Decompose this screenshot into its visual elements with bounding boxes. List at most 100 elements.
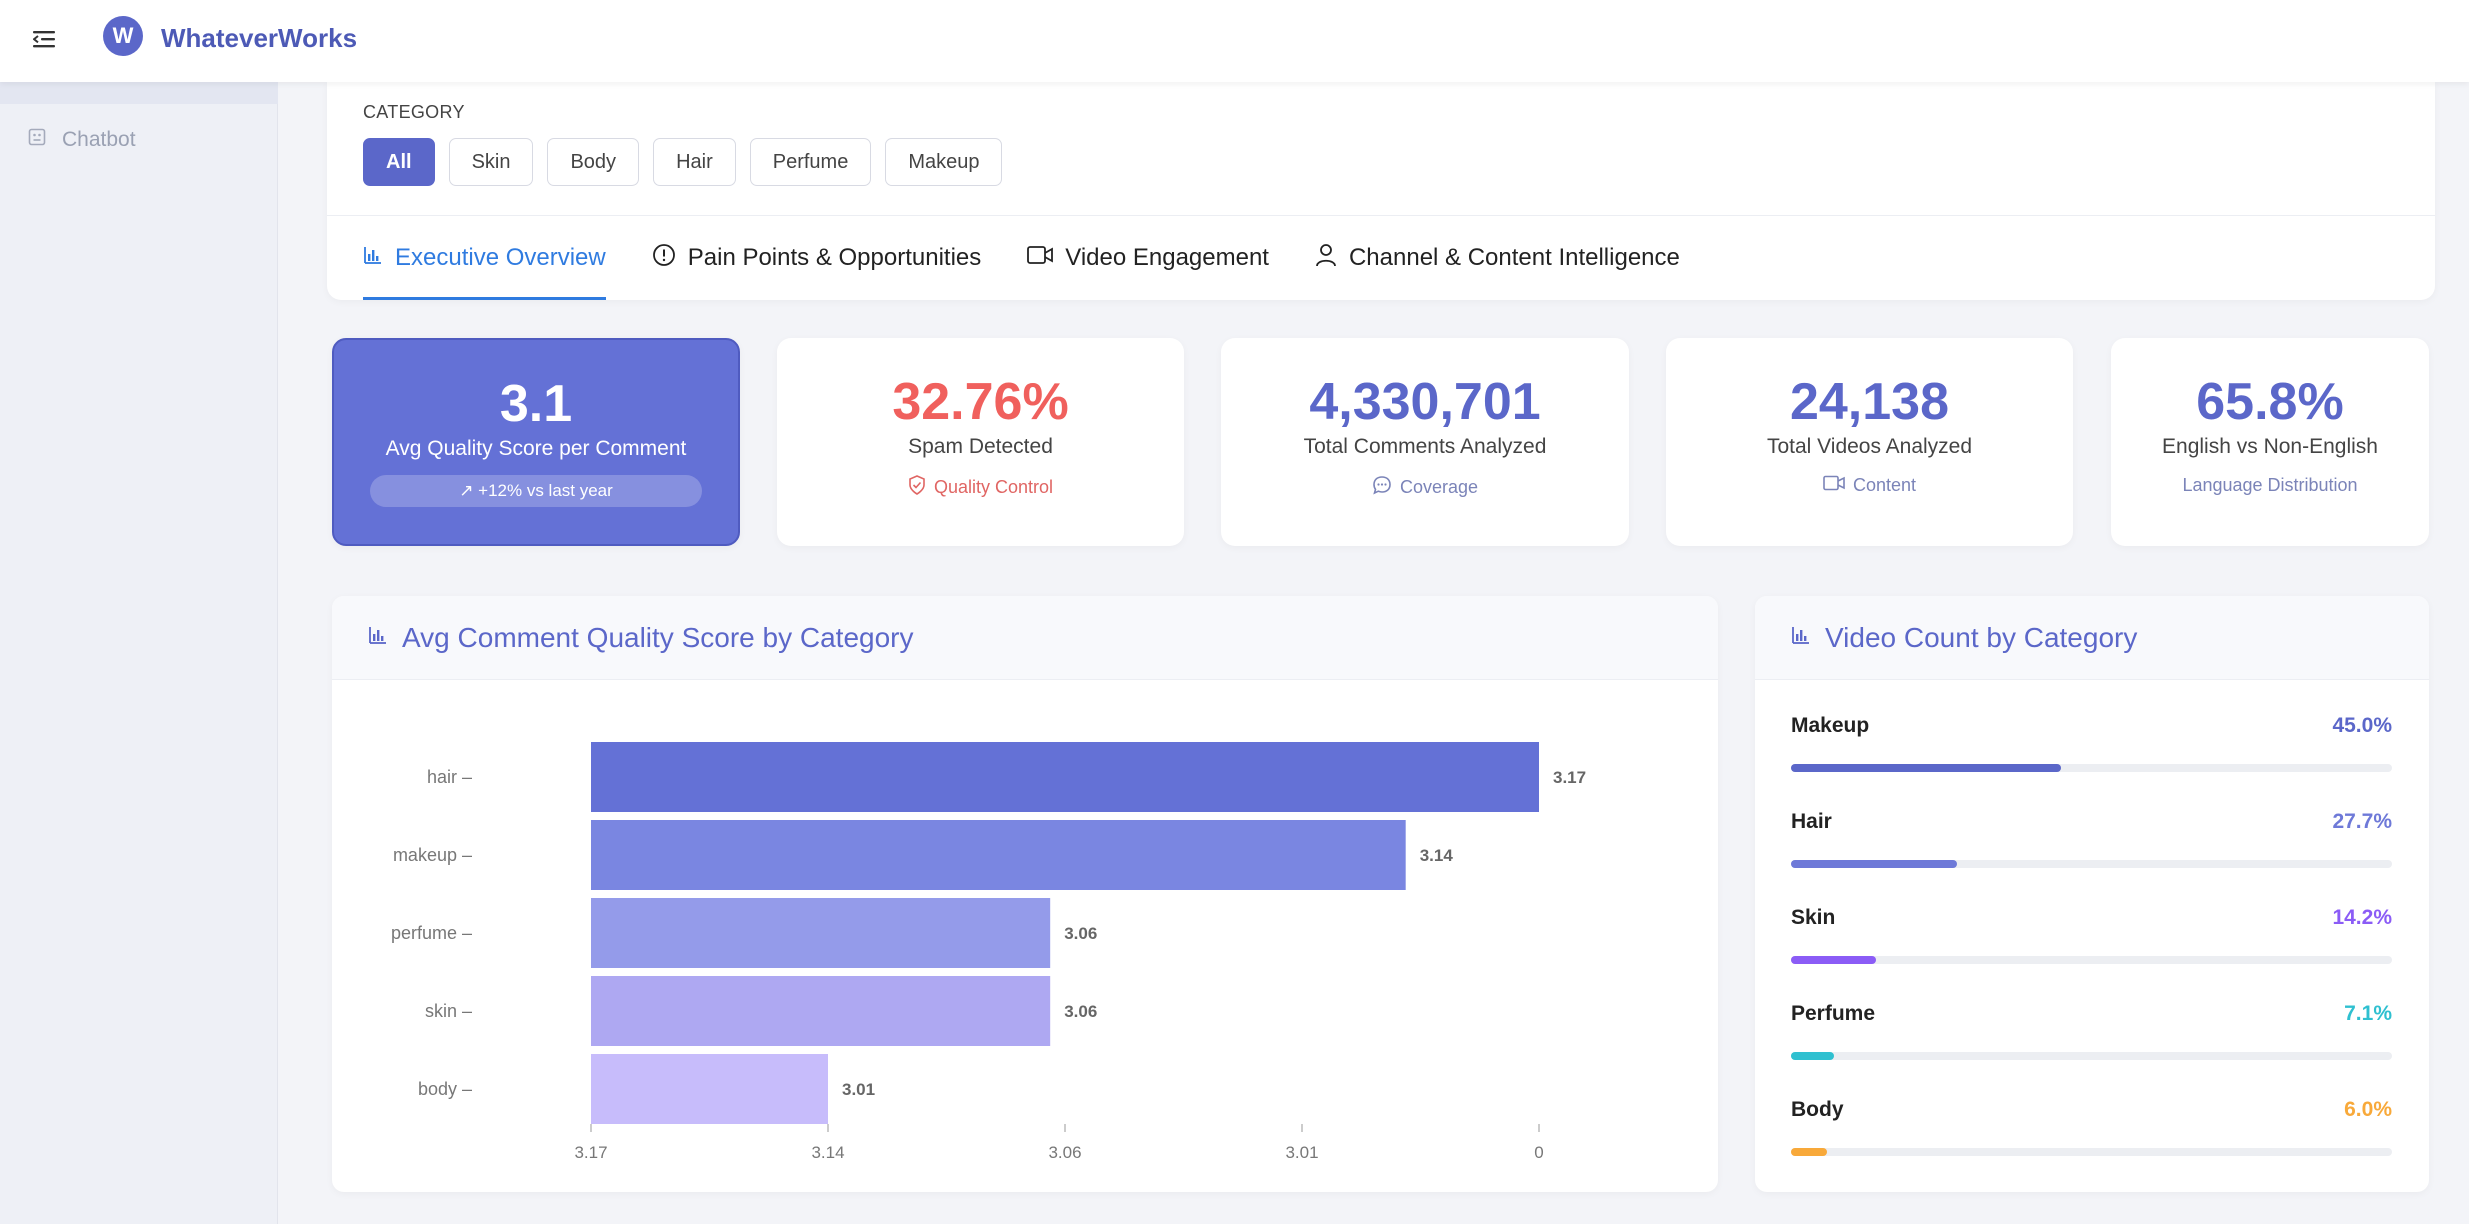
- x-tick-label: 3.14: [811, 1143, 844, 1162]
- progress-track: [1791, 764, 2392, 772]
- kpi-label: English vs Non-English: [2162, 435, 2378, 459]
- x-tick-label: 3.01: [1285, 1143, 1318, 1162]
- tab-channel-content[interactable]: Channel & Content Intelligence: [1315, 216, 1680, 300]
- category-name: Perfume: [1791, 1002, 1876, 1025]
- kpi-card-spam: 32.76% Spam Detected Quality Control: [777, 338, 1184, 546]
- kpi-label: Avg Quality Score per Comment: [385, 437, 687, 461]
- kpi-sub: Content: [1666, 475, 2073, 496]
- kpi-card-language: 65.8% English vs Non-English Language Di…: [2111, 338, 2429, 546]
- video-count-card: Video Count by Category Makeup 45.0% Hair 2…: [1755, 596, 2429, 1192]
- chart-title: Video Count by Category: [1825, 621, 2138, 653]
- progress-fill: [1791, 1052, 1834, 1060]
- trend-badge: ↗ +12% vs last year: [370, 475, 702, 508]
- bar-perfume[interactable]: [591, 898, 1051, 968]
- category-label: skin –: [425, 1001, 472, 1021]
- bot-icon: [28, 128, 46, 152]
- category-label: hair –: [427, 767, 472, 787]
- category-label: body –: [418, 1079, 472, 1099]
- app-logo: W: [103, 16, 143, 56]
- kpi-value: 4,330,701: [1309, 373, 1541, 431]
- chat-bubble-icon: [1372, 475, 1392, 500]
- video-icon: [1823, 475, 1845, 496]
- category-row-perfume: Perfume 7.1%: [1791, 1002, 2392, 1060]
- chip-all[interactable]: All: [363, 138, 435, 186]
- progress-track: [1791, 1052, 2392, 1060]
- kpi-card-comments: 4,330,701 Total Comments Analyzed Covera…: [1221, 338, 1629, 546]
- shield-check-icon: [908, 475, 926, 500]
- kpi-sub-label: Quality Control: [933, 477, 1054, 498]
- data-label: 3.01: [842, 1080, 875, 1099]
- bar-chart-icon: [1791, 625, 1811, 650]
- category-percent: 7.1%: [2344, 1002, 2392, 1025]
- row-header: Skin 14.2%: [1791, 906, 2392, 930]
- filter-panel: CATEGORY All Skin Body Hair Perfume Make…: [327, 82, 2435, 300]
- data-label: 3.06: [1064, 1002, 1097, 1021]
- sidebar: Chatbot: [0, 82, 278, 1224]
- progress-fill: [1791, 1148, 1828, 1156]
- category-label: perfume –: [391, 923, 472, 943]
- chip-body[interactable]: Body: [547, 138, 640, 186]
- category-chips: All Skin Body Hair Perfume Makeup: [363, 138, 1003, 186]
- chip-makeup[interactable]: Makeup: [885, 138, 1003, 186]
- kpi-value: 24,138: [1789, 373, 1950, 431]
- chart-title: Avg Comment Quality Score by Category: [402, 621, 914, 653]
- chip-hair[interactable]: Hair: [653, 138, 736, 186]
- kpi-sub: Language Distribution: [2111, 475, 2429, 496]
- video-icon: [1027, 244, 1054, 272]
- sidebar-active-strip: [0, 82, 278, 104]
- data-label: 3.06: [1064, 924, 1097, 943]
- category-row-makeup: Makeup 45.0%: [1791, 714, 2392, 772]
- top-bar: W WhateverWorks: [0, 0, 2469, 82]
- bar-body[interactable]: [591, 1054, 828, 1124]
- category-row-body: Body 6.0%: [1791, 1098, 2392, 1156]
- category-percent: 27.7%: [2332, 810, 2392, 833]
- x-tick-label: 3.06: [1048, 1143, 1081, 1162]
- bar-chart-icon: [368, 625, 388, 650]
- kpi-card-videos: 24,138 Total Videos Analyzed Content: [1666, 338, 2073, 546]
- tab-bar: Executive Overview Pain Points & Opportu…: [363, 216, 1680, 300]
- chip-skin[interactable]: Skin: [448, 138, 534, 186]
- kpi-sub-label: Coverage: [1399, 477, 1479, 498]
- kpi-label: Spam Detected: [908, 435, 1053, 459]
- bar-skin[interactable]: [591, 976, 1051, 1046]
- kpi-value: 32.76%: [892, 373, 1069, 431]
- app-name[interactable]: WhateverWorks: [161, 23, 357, 54]
- bar-makeup[interactable]: [591, 820, 1406, 890]
- chip-perfume[interactable]: Perfume: [749, 138, 872, 186]
- x-tick-label: 0: [1534, 1143, 1543, 1162]
- kpi-sub: Quality Control: [777, 475, 1184, 500]
- tab-video-engagement[interactable]: Video Engagement: [1027, 216, 1269, 300]
- kpi-sub-label: Language Distribution: [2182, 475, 2358, 496]
- user-icon: [1315, 243, 1337, 274]
- row-header: Body 6.0%: [1791, 1098, 2392, 1122]
- progress-track: [1791, 956, 2392, 964]
- tab-label: Pain Points & Opportunities: [687, 244, 982, 271]
- menu-toggle-icon[interactable]: [28, 22, 62, 56]
- progress-fill: [1791, 860, 1958, 868]
- kpi-sub-label: Content: [1852, 475, 1917, 496]
- category-percent: 6.0%: [2344, 1098, 2392, 1121]
- tab-label: Channel & Content Intelligence: [1348, 244, 1680, 271]
- kpi-value: 65.8%: [2196, 373, 2344, 431]
- row-header: Hair 27.7%: [1791, 810, 2392, 834]
- progress-track: [1791, 860, 2392, 868]
- sidebar-item-label: Chatbot: [62, 128, 136, 151]
- bar-chart-icon: [363, 244, 383, 272]
- kpi-label: Total Comments Analyzed: [1303, 435, 1547, 459]
- sidebar-item-chatbot[interactable]: Chatbot: [28, 128, 136, 152]
- row-header: Perfume 7.1%: [1791, 1002, 2392, 1026]
- kpi-sub: Coverage: [1221, 475, 1629, 500]
- card-header: Avg Comment Quality Score by Category: [332, 596, 1718, 680]
- category-percent: 45.0%: [2332, 714, 2392, 737]
- data-label: 3.14: [1420, 846, 1454, 865]
- tab-pain-points[interactable]: Pain Points & Opportunities: [652, 216, 982, 300]
- bar-hair[interactable]: [591, 742, 1539, 812]
- quality-chart-card: Avg Comment Quality Score by Category ha…: [332, 596, 1718, 1192]
- tab-executive-overview[interactable]: Executive Overview: [363, 216, 606, 300]
- category-percent: 14.2%: [2332, 906, 2392, 929]
- tab-label: Video Engagement: [1065, 244, 1269, 271]
- progress-fill: [1791, 764, 2062, 772]
- tab-label: Executive Overview: [395, 244, 606, 271]
- quality-bar-chart: hair – 3.17 makeup – 3.14 perfume – 3.06 skin …: [391, 742, 1586, 1162]
- category-name: Body: [1791, 1098, 1844, 1121]
